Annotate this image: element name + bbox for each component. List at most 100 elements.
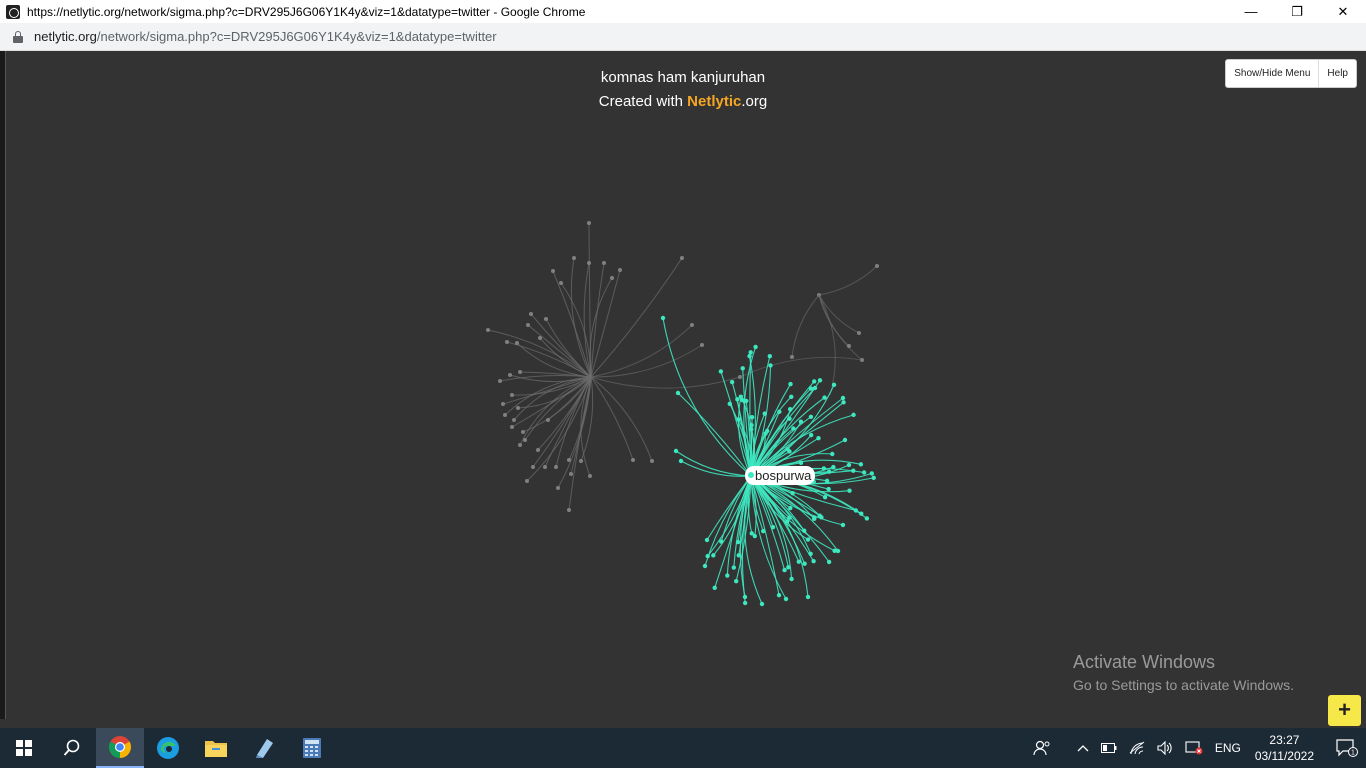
graph-node[interactable] <box>486 328 490 332</box>
graph-node[interactable] <box>510 425 514 429</box>
graph-node[interactable] <box>525 479 529 483</box>
search-icon[interactable] <box>48 728 96 768</box>
graph-node[interactable] <box>610 276 614 280</box>
graph-node[interactable] <box>749 414 755 420</box>
volume-icon[interactable] <box>1151 741 1179 755</box>
battery-icon[interactable] <box>1095 743 1123 753</box>
graph-node[interactable] <box>660 315 666 321</box>
graph-node[interactable] <box>770 525 776 530</box>
graph-node[interactable] <box>631 458 635 462</box>
graph-node[interactable] <box>805 594 811 600</box>
graph-node[interactable] <box>787 515 792 520</box>
graph-node[interactable] <box>725 573 730 578</box>
graph-node[interactable] <box>508 373 512 377</box>
graph-node[interactable] <box>817 378 823 383</box>
graph-node[interactable] <box>787 449 792 454</box>
graph-node[interactable] <box>851 412 856 418</box>
graph-node[interactable] <box>579 459 583 463</box>
graph-node[interactable] <box>768 363 773 368</box>
graph-node[interactable] <box>518 443 522 447</box>
graph-node[interactable] <box>515 341 519 345</box>
people-icon[interactable] <box>1027 740 1057 756</box>
graph-node[interactable] <box>798 419 804 424</box>
graph-node[interactable] <box>675 390 681 396</box>
graph-node[interactable] <box>556 486 560 490</box>
graph-node[interactable] <box>510 393 514 397</box>
graph-node[interactable] <box>858 462 864 467</box>
graph-node[interactable] <box>551 269 555 273</box>
graph-node[interactable] <box>748 350 753 355</box>
graph-node[interactable] <box>808 432 814 438</box>
graph-node[interactable] <box>857 331 861 335</box>
close-button[interactable]: ✕ <box>1320 0 1366 23</box>
graph-node[interactable] <box>569 472 573 476</box>
graph-node[interactable] <box>536 448 540 452</box>
graph-node[interactable] <box>740 366 745 371</box>
system-clock[interactable]: 23:27 03/11/2022 <box>1247 732 1322 764</box>
graph-node[interactable] <box>712 585 717 590</box>
graph-node[interactable] <box>521 430 525 434</box>
chevron-up-icon[interactable] <box>1071 744 1095 752</box>
graph-node[interactable] <box>801 528 807 533</box>
graph-node[interactable] <box>776 592 782 598</box>
graph-node[interactable] <box>759 601 765 607</box>
graph-node[interactable] <box>518 370 522 374</box>
graph-node[interactable] <box>811 558 816 564</box>
graph-node[interactable] <box>789 394 794 399</box>
graph-node[interactable] <box>718 369 724 374</box>
graph-node[interactable] <box>826 559 832 565</box>
graph-node[interactable] <box>735 397 740 402</box>
help-button[interactable]: Help <box>1318 60 1356 87</box>
graph-node[interactable] <box>747 353 752 359</box>
chrome-icon[interactable] <box>96 728 144 768</box>
graph-node[interactable] <box>501 402 505 406</box>
graph-node[interactable] <box>572 256 576 260</box>
url-text[interactable]: netlytic.org/network/sigma.php?c=DRV295J… <box>34 29 497 44</box>
language-indicator[interactable]: ENG <box>1209 741 1247 755</box>
graph-node[interactable] <box>526 323 530 327</box>
graph-node[interactable] <box>546 418 550 422</box>
graph-node[interactable] <box>680 256 684 260</box>
graph-node[interactable] <box>516 406 520 410</box>
notepad-icon[interactable] <box>240 728 288 768</box>
graph-node[interactable] <box>841 400 846 405</box>
graph-node[interactable] <box>742 600 748 606</box>
graph-node[interactable] <box>861 470 867 475</box>
graph-node[interactable] <box>559 281 563 285</box>
graph-node[interactable] <box>821 466 827 471</box>
address-bar[interactable]: netlytic.org/network/sigma.php?c=DRV295J… <box>0 23 1366 51</box>
notification-center-icon[interactable]: 1 <box>1322 739 1366 757</box>
graph-node[interactable] <box>842 437 848 443</box>
graph-node[interactable] <box>790 355 794 359</box>
graph-node[interactable] <box>602 261 606 265</box>
graph-node[interactable] <box>673 448 679 454</box>
graph-node[interactable] <box>831 382 837 388</box>
antivirus-alert-icon[interactable] <box>1179 741 1209 755</box>
graph-node[interactable] <box>503 413 507 417</box>
graph-node[interactable] <box>567 508 571 512</box>
highlighted-node-label[interactable]: bospurwa <box>745 466 816 485</box>
graph-node[interactable] <box>731 565 737 570</box>
graph-node[interactable] <box>753 344 758 350</box>
zoom-in-button[interactable]: + <box>1328 695 1361 726</box>
graph-node[interactable] <box>783 596 789 602</box>
graph-node[interactable] <box>704 537 710 543</box>
network-graph-canvas[interactable] <box>0 51 1366 728</box>
graph-node[interactable] <box>847 344 851 348</box>
graph-node[interactable] <box>826 486 831 492</box>
graph-node[interactable] <box>816 436 821 441</box>
graph-node[interactable] <box>830 451 835 457</box>
graph-node[interactable] <box>846 462 852 468</box>
file-explorer-icon[interactable] <box>192 728 240 768</box>
graph-node[interactable] <box>529 312 533 316</box>
lock-icon[interactable] <box>13 30 23 43</box>
graph-node[interactable] <box>505 340 509 344</box>
graph-node[interactable] <box>588 474 592 478</box>
graph-node[interactable] <box>733 579 739 584</box>
graph-node[interactable] <box>847 488 852 493</box>
graph-node[interactable] <box>678 458 684 464</box>
graph-node[interactable] <box>690 323 694 327</box>
graph-node[interactable] <box>822 494 828 500</box>
graph-node[interactable] <box>782 567 787 573</box>
calculator-icon[interactable] <box>288 728 336 768</box>
